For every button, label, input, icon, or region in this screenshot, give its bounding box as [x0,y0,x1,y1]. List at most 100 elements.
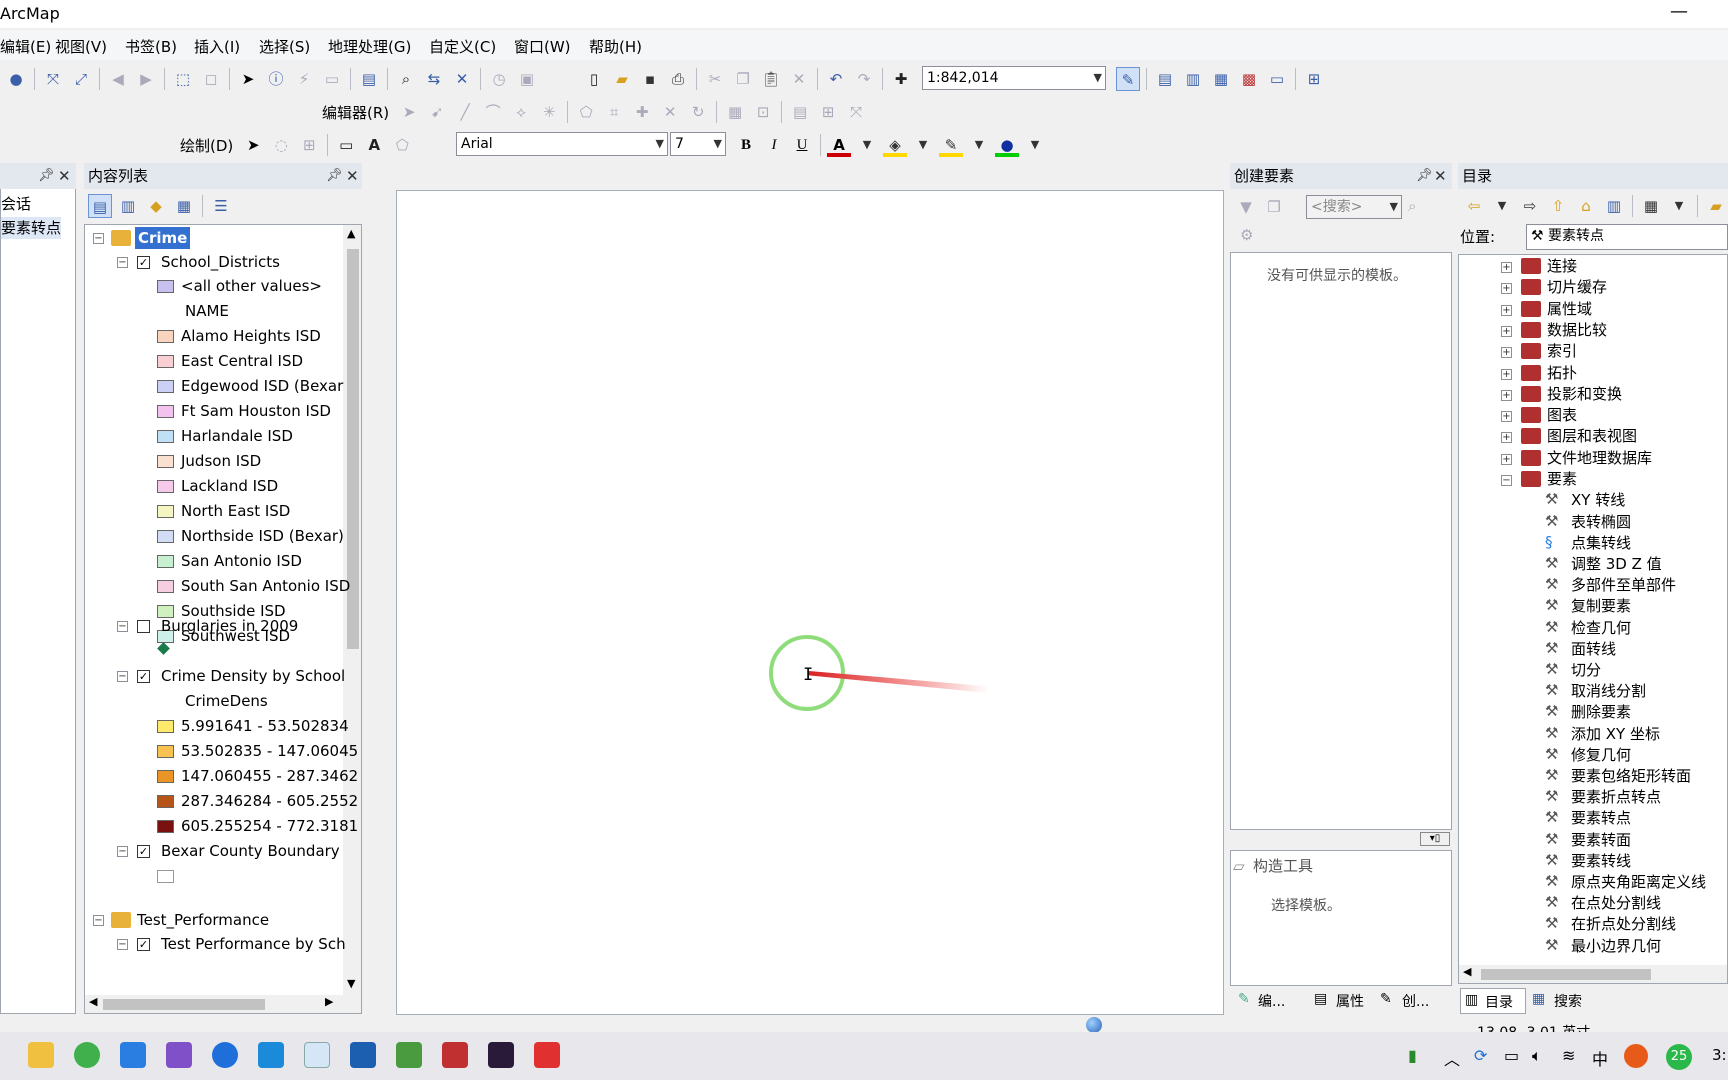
views-icon[interactable]: ▦ [1639,194,1663,218]
copy-icon[interactable]: ❐ [731,67,755,91]
scroll-up-icon[interactable]: ▲ [347,227,355,240]
catalog-tool[interactable]: 在点处分割线 [1571,892,1661,914]
app-icon[interactable] [120,1042,146,1068]
font-color-icon[interactable]: A [827,133,851,157]
chevron-down-icon[interactable]: ▼ [1490,194,1514,218]
expand-icon[interactable]: + [1501,347,1512,359]
point-icon[interactable]: ✳ [537,100,561,124]
power-icon[interactable]: ▭ [1504,1046,1519,1065]
close-icon[interactable]: ✕ [58,163,71,189]
location-input[interactable]: ⚒ 要素转点 [1526,224,1728,250]
new-document-icon[interactable]: ▯ [582,67,606,91]
list-by-drawing-order-icon[interactable]: ▤ [88,194,112,218]
app-tray-icon[interactable] [1624,1044,1648,1068]
file-explorer-icon[interactable] [28,1042,54,1068]
menu-customize[interactable]: 自定义(C) [429,36,496,57]
menu-bookmarks[interactable]: 书签(B) [125,36,177,57]
underline-button[interactable]: U [790,133,814,157]
draw-menu[interactable]: 绘制(D) [180,135,233,156]
editor-menu[interactable]: 编辑器(R) [322,102,389,123]
edit-annotation-icon[interactable]: ➹ [425,100,449,124]
time-slider-icon[interactable]: ◷ [487,67,511,91]
italic-button[interactable]: I [762,133,786,157]
bold-button[interactable]: B [734,133,758,157]
expand-icon[interactable]: + [1501,453,1512,465]
line-color-icon[interactable]: ✎ [939,133,963,157]
modelbuilder-icon[interactable]: ⊞ [1302,67,1326,91]
select-features-icon[interactable]: ⬚ [171,67,195,91]
collapse-icon[interactable]: − [93,915,104,926]
layer-visibility-checkbox[interactable]: ✓ [137,938,150,951]
tab-create[interactable]: 创... [1402,991,1429,1011]
rotate-element-icon[interactable]: ◌ [269,133,293,157]
catalog-toolset[interactable]: 要素 [1547,468,1577,490]
layer-test-performance[interactable]: Test Performance by Sch [161,933,346,955]
catalog-horizontal-scrollbar[interactable]: ◀ [1459,965,1727,983]
minimize-button[interactable]: — [1664,0,1694,26]
scroll-down-icon[interactable]: ▼ [347,977,355,990]
identify-icon[interactable]: ⓘ [264,67,288,91]
catalog-tool[interactable]: 要素包络矩形转面 [1571,765,1691,787]
python-window-icon[interactable]: ▭ [1265,67,1289,91]
find-route-icon[interactable]: ⇆ [422,67,446,91]
end-point-arc-icon[interactable]: ⌒ [481,100,505,124]
close-icon[interactable]: ✕ [1434,163,1447,189]
topology-icon[interactable]: ⊞ [816,100,840,124]
add-data-icon[interactable]: ✚ [889,67,913,91]
catalog-window-icon[interactable]: ▥ [1181,67,1205,91]
pin-icon[interactable]: 📌︎ [38,163,55,189]
collapse-icon[interactable]: − [117,621,128,632]
zoom-in-fixed-icon[interactable]: ⤧ [41,67,65,91]
ime-indicator[interactable]: 中 [1592,1046,1608,1070]
new-folder-icon[interactable]: ▰ [1704,194,1728,218]
pin-icon[interactable]: 📌︎ [1416,163,1433,189]
menu-help[interactable]: 帮助(H) [589,36,642,57]
catalog-toolset[interactable]: 图表 [1547,404,1577,426]
rectangle-icon[interactable]: ▭ [334,133,358,157]
delete-icon[interactable]: ✕ [787,67,811,91]
expand-icon[interactable]: + [1501,304,1512,316]
expand-icon[interactable]: + [1501,368,1512,380]
app-icon[interactable] [212,1042,238,1068]
font-size-dropdown[interactable]: 7 ▼ [670,132,726,156]
search-window-icon[interactable]: ▦ [1209,67,1233,91]
catalog-tool[interactable]: 复制要素 [1571,595,1631,617]
cut-polygons-icon[interactable]: ✚ [630,100,654,124]
back-extent-icon[interactable]: ◀ [106,67,130,91]
print-icon[interactable]: ⎙ [666,67,690,91]
map-scale-dropdown[interactable]: 1:842,014 ▼ [922,66,1106,90]
catalog-tool[interactable]: 删除要素 [1571,701,1631,723]
layer-crime-density[interactable]: Crime Density by School [161,665,345,687]
font-name-dropdown[interactable]: Arial ▼ [456,132,668,156]
battery-icon[interactable]: ▮ [1408,1046,1417,1065]
sketch-properties-icon[interactable]: ⊡ [751,100,775,124]
menu-insert[interactable]: 插入(I) [194,36,240,57]
clear-selection-icon[interactable]: ◻ [199,67,223,91]
expand-icon[interactable]: + [1501,389,1512,401]
stub-item-session[interactable]: 会话 [1,193,31,215]
text-tool-icon[interactable]: A [362,133,386,157]
wifi-icon[interactable]: ≋ [1562,1046,1575,1065]
save-icon[interactable]: ▪ [638,67,662,91]
expand-icon[interactable]: + [1501,262,1512,273]
catalog-toolset[interactable]: 数据比较 [1547,319,1607,341]
swipe-icon[interactable]: ▣ [515,67,539,91]
app-icon[interactable] [396,1042,422,1068]
catalog-tool[interactable]: 表转椭圆 [1571,511,1631,533]
trace-icon[interactable]: ⟡ [509,100,533,124]
chevron-down-icon[interactable]: ▼ [967,133,991,157]
catalog-toolset[interactable]: 拓扑 [1547,362,1577,384]
undo-icon[interactable]: ↶ [824,67,848,91]
catalog-toolset[interactable]: 连接 [1547,255,1577,277]
catalog-tool[interactable]: 添加 XY 坐标 [1571,723,1660,745]
tab-attributes[interactable]: 属性 [1336,991,1364,1011]
chevron-down-icon[interactable]: ▼ [1667,194,1691,218]
catalog-tool[interactable]: 要素转线 [1571,850,1631,872]
catalog-tool[interactable]: 要素转点 [1571,807,1631,829]
reshape-icon[interactable]: ⌗ [602,100,626,124]
browser-icon[interactable] [74,1042,100,1068]
app-icon[interactable] [488,1042,514,1068]
expand-icon[interactable]: + [1501,411,1512,423]
tab-catalog[interactable]: 目录 [1485,992,1513,1012]
close-icon[interactable]: ✕ [346,163,359,189]
